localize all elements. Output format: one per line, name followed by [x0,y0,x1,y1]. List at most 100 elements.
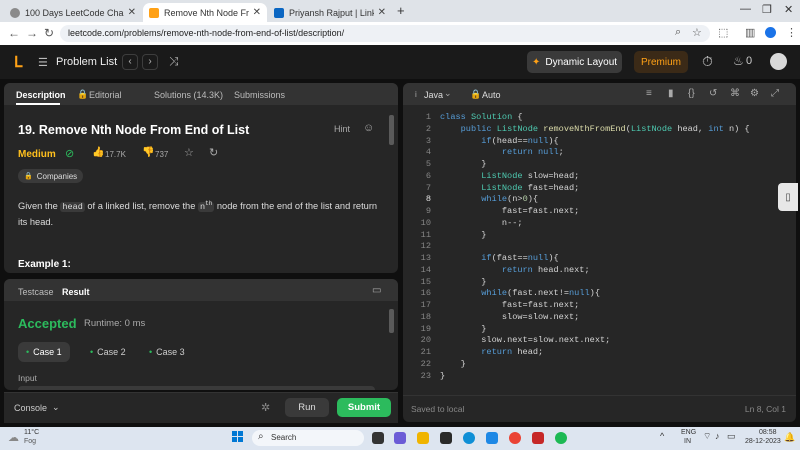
case-tab-1[interactable]: • Case 1 [18,342,70,362]
code-text[interactable]: slow=slow.next; [440,312,579,324]
dislike-icon[interactable]: 👎 [142,147,154,158]
code-text[interactable]: slow.next=slow.next.next; [440,335,610,347]
bookmark-icon[interactable]: ▮ [668,88,674,99]
code-line[interactable]: 17 fast=fast.next; [403,300,798,312]
task-view-icon[interactable] [372,432,384,444]
store-icon[interactable] [440,432,452,444]
code-text[interactable]: } [440,159,486,171]
close-icon[interactable]: ✕ [378,7,386,18]
back-icon[interactable]: ← [8,26,20,40]
code-area[interactable]: 1 class Solution {2 public ListNode remov… [403,112,796,387]
code-text[interactable]: ListNode fast=head; [440,183,579,195]
code-text[interactable]: while(n>0){ [440,194,538,206]
chevron-down-icon[interactable]: ⌄ [444,88,452,99]
code-line[interactable]: 19 } [403,324,798,336]
clock-date[interactable]: 28-12-2023 [745,438,781,445]
chrome-icon[interactable] [509,432,521,444]
debug-icon[interactable]: ✲ [261,401,270,414]
browser-tab[interactable]: Priyansh Rajput | LinkedIn ✕ [268,3,392,22]
braces-icon[interactable]: {} [688,88,695,99]
forward-icon[interactable]: → [26,26,38,40]
next-problem-button[interactable]: › [142,54,158,70]
mcafee-icon[interactable] [532,432,544,444]
taskbar-search[interactable]: ⌕ Search [252,430,364,446]
code-line[interactable]: 1 class Solution { [403,112,798,124]
dynamic-layout-button[interactable]: ✦ Dynamic Layout [527,51,622,73]
console-toggle[interactable]: Console [14,403,47,413]
code-line[interactable]: 13 if(fast==null){ [403,253,798,265]
problem-list-link[interactable]: Problem List [56,56,117,68]
clock-time[interactable]: 08:58 [759,429,777,436]
code-text[interactable]: } [440,324,486,336]
tab-testcase[interactable]: Testcase [18,287,54,297]
auto-mode[interactable]: Auto [482,90,501,100]
code-line[interactable]: 7 ListNode fast=head; [403,183,798,195]
user-avatar[interactable] [770,53,787,70]
code-text[interactable]: } [440,359,466,371]
code-line[interactable]: 3 if(head==null){ [403,136,798,148]
address-bar[interactable]: leetcode.com/problems/remove-nth-node-fr… [60,25,710,42]
windows-start-icon[interactable] [232,431,244,443]
fullscreen-icon[interactable]: ⤢ [771,88,779,99]
code-line[interactable]: 2 public ListNode removeNthFromEnd(ListN… [403,124,798,136]
tab-editorial[interactable]: Editorial [89,90,122,100]
wifi-icon[interactable]: ⌔ [703,431,711,442]
code-line[interactable]: 8 while(n>0){ [403,194,798,206]
panel-toggle-icon[interactable]: ▭ [372,285,381,296]
minimize-icon[interactable]: — [740,3,751,15]
shuffle-icon[interactable]: ⤨ [169,54,179,69]
like-icon[interactable]: 👍 [92,147,104,158]
file-explorer-icon[interactable] [417,432,429,444]
code-text[interactable]: fast=fast.next; [440,206,579,218]
code-text[interactable]: public ListNode removeNthFromEnd(ListNod… [440,124,750,136]
code-line[interactable]: 12 [403,241,798,253]
weather-temp[interactable]: 11°C [24,429,39,436]
tab-solutions[interactable]: Solutions (14.3K) [154,90,223,100]
submit-button[interactable]: Submit [337,398,391,417]
notes-icon[interactable]: ≡ [646,88,652,99]
share-icon[interactable]: ↻ [209,146,218,159]
code-text[interactable]: return head; [440,347,543,359]
battery-icon[interactable]: ▭ [727,431,736,442]
settings-gear-icon[interactable]: ⚙ [750,88,759,99]
spotify-icon[interactable] [555,432,567,444]
notification-icon[interactable]: 🔔 [784,432,795,443]
case-tab-3[interactable]: • Case 3 [141,342,193,362]
hint-button[interactable]: Hint [334,124,350,134]
code-text[interactable]: } [440,230,486,242]
prev-problem-button[interactable]: ‹ [122,54,138,70]
url-text[interactable]: leetcode.com/problems/remove-nth-node-fr… [68,28,344,38]
more-options-icon[interactable]: ☺ [363,122,374,134]
code-line[interactable]: 23} [403,371,798,383]
code-text[interactable]: class Solution { [440,112,523,124]
code-line[interactable]: 20 slow.next=slow.next.next; [403,335,798,347]
code-line[interactable]: 6 ListNode slow=head; [403,171,798,183]
menu-icon[interactable]: ⋮ [786,26,797,39]
side-panel-tab[interactable]: ▯ [778,183,798,211]
companies-chip[interactable]: 🔒 Companies [18,169,84,183]
code-text[interactable]: n--; [440,218,523,230]
code-line[interactable]: 11 } [403,230,798,242]
browser-tab-active[interactable]: Remove Nth Node From End of ✕ [143,3,267,22]
code-text[interactable]: } [440,277,486,289]
sidepanel-icon[interactable]: ▥ [745,26,755,39]
edge-icon[interactable] [463,432,475,444]
close-icon[interactable]: ✕ [128,7,136,18]
weather-desc[interactable]: Fog [24,438,36,445]
tab-description[interactable]: Description [16,90,66,100]
tab-submissions[interactable]: Submissions [234,90,285,100]
case-tab-2[interactable]: • Case 2 [82,342,134,362]
code-line[interactable]: 5 } [403,159,798,171]
new-tab-icon[interactable]: + [397,3,405,18]
chevron-down-icon[interactable]: ⌄ [52,402,60,413]
close-icon[interactable]: ✕ [253,7,261,18]
reset-icon[interactable]: ↺ [709,88,717,99]
reload-icon[interactable]: ↻ [44,26,54,40]
timer-icon[interactable]: ⏱ [702,53,713,70]
code-line[interactable]: 22 } [403,359,798,371]
scrollbar[interactable] [389,115,394,145]
chevron-up-icon[interactable]: ^ [660,431,664,441]
code-text[interactable]: ListNode slow=head; [440,171,579,183]
code-text[interactable]: } [440,371,445,383]
run-button[interactable]: Run [285,398,329,417]
